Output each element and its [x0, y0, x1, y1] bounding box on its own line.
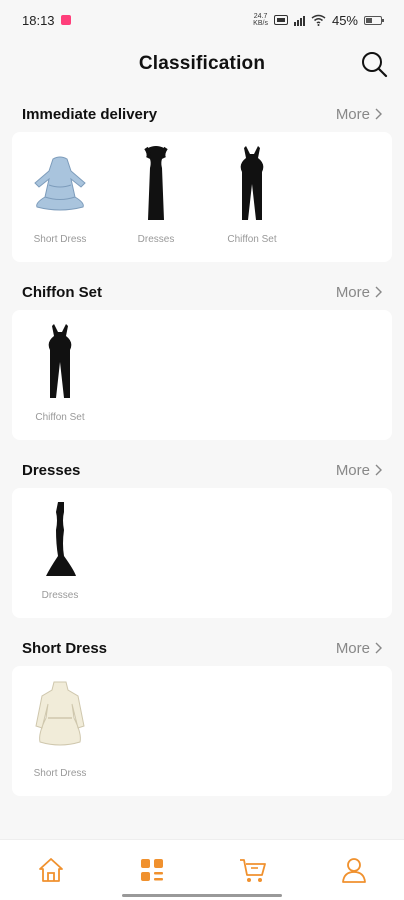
product-image: [20, 322, 100, 402]
more-label: More: [335, 639, 370, 657]
cream-short-dress-icon: [35, 681, 85, 746]
section-header: Chiffon Set More: [12, 274, 392, 310]
chevron-right-icon: [375, 464, 382, 476]
product-label: Dresses: [137, 234, 175, 245]
product-card-row: Short Dress: [12, 666, 392, 796]
black-mermaid-dress-icon: [46, 502, 76, 576]
more-label: More: [335, 105, 370, 123]
search-icon: [362, 52, 388, 78]
chevron-right-icon: [375, 286, 382, 298]
network-speed-unit: KB/s: [253, 20, 268, 27]
product-label: Short Dress: [33, 234, 87, 245]
black-dress-icon: [144, 146, 168, 220]
battery-icon: [364, 15, 384, 25]
more-label: More: [335, 461, 370, 479]
more-label: More: [335, 283, 370, 301]
status-right: 24.7 KB/s 45%: [253, 12, 384, 28]
section-header: Dresses More: [12, 452, 392, 488]
nav-category[interactable]: [122, 850, 182, 890]
battery-level-fill: [366, 17, 373, 23]
product-image: [116, 144, 196, 224]
more-link[interactable]: More: [336, 284, 382, 301]
network-speed-value: 24.7: [253, 13, 268, 20]
section-title: Immediate delivery: [22, 105, 158, 123]
category-list: Immediate delivery More Short Dress Dres…: [12, 96, 392, 808]
category-icon: [140, 859, 163, 881]
product-image: [20, 500, 100, 580]
product-image: [20, 144, 100, 224]
status-bar: 18:13 24.7 KB/s 45%: [0, 0, 404, 40]
section-header: Short Dress More: [12, 630, 392, 666]
product-label: Chiffon Set: [227, 234, 277, 245]
section-dresses: Dresses More Dresses: [12, 452, 392, 618]
battery-percent: 45%: [331, 12, 358, 28]
section-chiffon-set: Chiffon Set More Chiffon Set: [12, 274, 392, 440]
product-card-row: Dresses: [12, 488, 392, 618]
black-chiffon-set-icon: [240, 146, 264, 220]
wifi-icon: [311, 14, 326, 26]
nav-cart[interactable]: [223, 850, 283, 890]
product-label: Dresses: [41, 590, 79, 601]
network-speed: 24.7 KB/s: [253, 13, 268, 27]
product-item[interactable]: Dresses: [108, 144, 204, 245]
product-item[interactable]: Short Dress: [12, 678, 108, 779]
nav-home[interactable]: [21, 850, 81, 890]
product-item[interactable]: Chiffon Set: [12, 322, 108, 423]
chevron-right-icon: [375, 642, 382, 654]
section-title: Short Dress: [22, 639, 108, 657]
blue-short-dress-icon: [34, 156, 86, 211]
product-card-row: Chiffon Set: [12, 310, 392, 440]
product-card-row: Short Dress Dresses Chiffon Set: [12, 132, 392, 262]
cart-icon: [239, 859, 266, 882]
product-item[interactable]: Chiffon Set: [204, 144, 300, 245]
sim-icon: [273, 15, 288, 25]
profile-icon: [341, 858, 366, 883]
page-header: Classification: [0, 44, 404, 84]
home-icon: [38, 858, 63, 882]
section-header: Immediate delivery More: [12, 96, 392, 132]
product-label: Chiffon Set: [35, 412, 85, 423]
page-title: Classification: [138, 53, 266, 74]
section-short-dress: Short Dress More Short Dress: [12, 630, 392, 796]
bottom-nav: [0, 839, 404, 900]
product-image: [20, 678, 100, 758]
app-notification-icon: [60, 15, 71, 25]
section-title: Dresses: [22, 461, 81, 479]
status-left: 18:13: [22, 13, 71, 28]
search-button[interactable]: [358, 48, 390, 80]
cellular-signal-icon: [293, 15, 305, 26]
product-label: Short Dress: [33, 768, 87, 779]
section-immediate-delivery: Immediate delivery More Short Dress Dres…: [12, 96, 392, 262]
product-item[interactable]: Short Dress: [12, 144, 108, 245]
status-time: 18:13: [22, 12, 55, 28]
home-indicator[interactable]: [122, 894, 282, 897]
nav-profile[interactable]: [324, 850, 384, 890]
more-link[interactable]: More: [336, 106, 382, 123]
chevron-right-icon: [375, 108, 382, 120]
product-item[interactable]: Dresses: [12, 500, 108, 601]
more-link[interactable]: More: [336, 462, 382, 479]
section-title: Chiffon Set: [22, 283, 102, 301]
more-link[interactable]: More: [336, 640, 382, 657]
black-chiffon-set-icon: [48, 324, 72, 398]
product-image: [212, 144, 292, 224]
